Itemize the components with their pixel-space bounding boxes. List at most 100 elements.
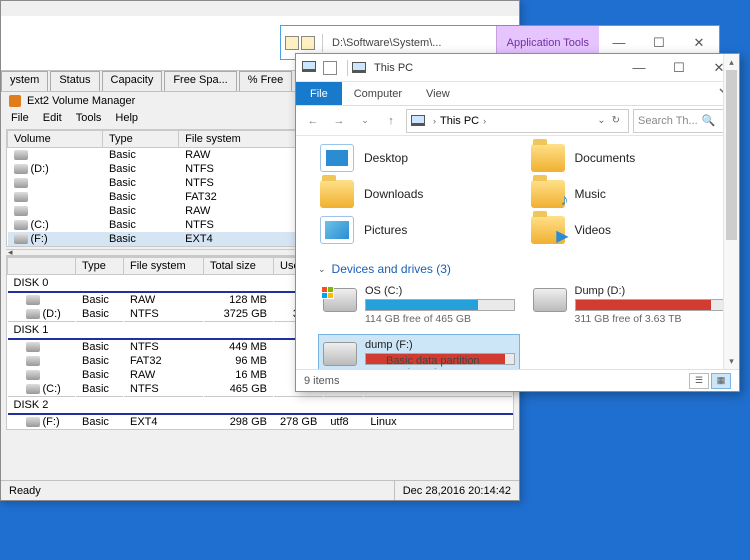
drive-icon: [533, 288, 567, 312]
devices-section-header[interactable]: ⌄ Devices and drives (3): [318, 258, 729, 280]
history-button[interactable]: ⌄: [354, 110, 376, 132]
folder-icon: [320, 144, 354, 172]
music-icon: ♪: [561, 192, 569, 210]
menu-edit[interactable]: Edit: [43, 112, 62, 124]
scroll-down-button[interactable]: ▾: [724, 353, 739, 369]
folder-icon: [285, 36, 299, 50]
chevron-right-icon: ›: [433, 116, 436, 126]
ext2-app-icon: [9, 95, 21, 107]
disk-icon: [14, 192, 28, 202]
menu-file[interactable]: File: [11, 112, 29, 124]
menu-help[interactable]: Help: [115, 112, 138, 124]
folder-icon: [531, 144, 565, 172]
chevron-down-icon: ⌄: [318, 264, 326, 275]
drive-name: Dump (D:): [575, 285, 725, 297]
disk-icon: [26, 295, 40, 305]
folder-label: Desktop: [364, 151, 408, 165]
explorer-statusbar: 9 items ☰ ▦: [296, 369, 739, 391]
column-header[interactable]: Volume: [8, 131, 103, 148]
details-view-button[interactable]: ☰: [689, 373, 709, 389]
this-pc-icon: [352, 62, 366, 73]
drive-usage-bar: [575, 299, 725, 311]
column-header[interactable]: File system: [179, 131, 310, 148]
file-tab[interactable]: File: [296, 82, 342, 105]
folder-label: Downloads: [364, 187, 423, 201]
ext2-title-text: Ext2 Volume Manager: [27, 95, 135, 107]
bg-column-header[interactable]: ystem: [1, 71, 48, 91]
disk-icon: [26, 370, 40, 380]
back-button[interactable]: ←: [302, 110, 324, 132]
vertical-scrollbar[interactable]: ▴ ▾: [723, 54, 739, 369]
bg-column-header[interactable]: Capacity: [102, 71, 163, 91]
forward-button[interactable]: →: [328, 110, 350, 132]
this-pc-icon: [302, 61, 316, 72]
drive-free-text: 19.7 GB free of 298 GB: [365, 367, 515, 369]
column-header[interactable]: [8, 258, 76, 275]
folder-downloads[interactable]: Downloads: [318, 178, 519, 210]
bg-column-header[interactable]: % Free: [239, 71, 292, 91]
search-placeholder: Search Th...: [638, 115, 698, 127]
search-input[interactable]: Search Th... 🔍: [633, 109, 733, 133]
drive-item[interactable]: Dump (D:) 311 GB free of 3.63 TB: [528, 280, 730, 330]
explorer-navbar: ← → ⌄ ↑ › This PC › ⌄ ↻ Search Th... 🔍: [296, 106, 739, 136]
up-button[interactable]: ↑: [380, 110, 402, 132]
folder-label: Music: [575, 187, 606, 201]
chevron-right-icon[interactable]: ›: [483, 116, 486, 126]
folder-documents[interactable]: Documents: [529, 142, 730, 174]
drive-icon: [323, 288, 357, 312]
drive-free-text: 114 GB free of 465 GB: [365, 313, 515, 325]
maximize-button[interactable]: ☐: [659, 54, 699, 82]
drive-name: dump (F:): [365, 339, 515, 351]
column-header[interactable]: Total size: [204, 258, 274, 275]
search-icon: 🔍: [702, 114, 716, 127]
folder-music[interactable]: ♪ Music: [529, 178, 730, 210]
menu-tools[interactable]: Tools: [76, 112, 102, 124]
explorer-ribbon: File ComputerView: [296, 82, 739, 106]
folder-icon: ♪: [531, 180, 565, 208]
folder-videos[interactable]: ▶ Videos: [529, 214, 730, 246]
drive-item[interactable]: OS (C:) 114 GB free of 465 GB: [318, 280, 520, 330]
status-time: Dec 28,2016 20:14:42: [394, 481, 519, 500]
explorer-body[interactable]: Desktop Documents Downloads ♪ Music Pictures ▶…: [296, 136, 739, 369]
truncated-row-text: Basic data partition: [386, 355, 480, 367]
explorer-window: This PC — ☐ ✕ File ComputerView ← → ⌄ ↑ …: [295, 53, 740, 392]
disk-icon: [14, 220, 28, 230]
disk-icon: [14, 206, 28, 216]
disk-partition-row[interactable]: (F:)BasicEXT4298 GB278 GButf8Linux: [8, 414, 513, 429]
folder-icon: [301, 36, 315, 50]
folder-desktop[interactable]: Desktop: [318, 142, 519, 174]
quick-access-icon[interactable]: [323, 61, 337, 75]
scroll-up-button[interactable]: ▴: [724, 54, 739, 70]
scroll-track[interactable]: [724, 70, 739, 353]
refresh-button[interactable]: ↻: [612, 115, 620, 126]
bg-column-header[interactable]: Free Spa...: [164, 71, 236, 91]
folder-label: Videos: [575, 223, 611, 237]
folder-icon: [320, 216, 354, 244]
tab-view[interactable]: View: [414, 82, 462, 105]
bg-explorer-path: D:\Software\System\...: [326, 37, 496, 49]
drive-usage-bar: [365, 299, 515, 311]
disk-icon: [26, 309, 40, 319]
tab-computer[interactable]: Computer: [342, 82, 414, 105]
disk-icon: [26, 384, 40, 394]
column-header[interactable]: Type: [102, 131, 178, 148]
window-title: This PC: [370, 62, 413, 74]
scroll-thumb[interactable]: [726, 70, 737, 240]
column-header[interactable]: File system: [124, 258, 204, 275]
explorer-titlebar[interactable]: This PC — ☐ ✕: [296, 54, 739, 82]
address-dropdown-button[interactable]: ⌄: [597, 115, 605, 126]
disk-icon: [26, 417, 40, 427]
breadcrumb[interactable]: This PC: [440, 115, 479, 127]
video-icon: ▶: [556, 226, 568, 246]
drive-icon: [323, 342, 357, 366]
folder-pictures[interactable]: Pictures: [318, 214, 519, 246]
ext2-statusbar: Ready Dec 28,2016 20:14:42: [1, 480, 519, 500]
folder-icon: ▶: [531, 216, 565, 244]
bg-column-header[interactable]: Status: [50, 71, 99, 91]
icons-view-button[interactable]: ▦: [711, 373, 731, 389]
disk-icon: [14, 150, 28, 160]
column-header[interactable]: Type: [76, 258, 124, 275]
disk-icon: [14, 234, 28, 244]
minimize-button[interactable]: —: [619, 54, 659, 82]
address-bar[interactable]: › This PC › ⌄ ↻: [406, 109, 629, 133]
